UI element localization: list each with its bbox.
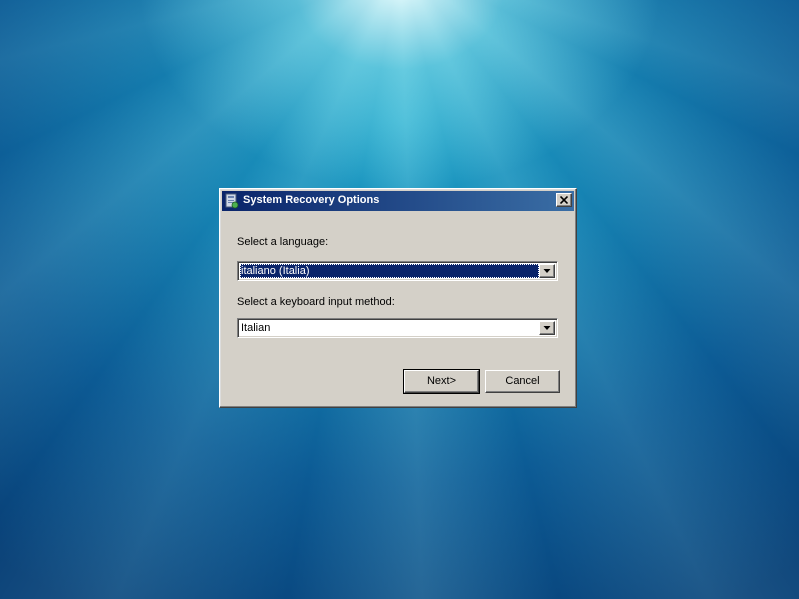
close-icon (560, 196, 568, 204)
system-recovery-dialog: System Recovery Options Select a languag… (219, 188, 577, 408)
window-title: System Recovery Options (243, 194, 380, 206)
keyboard-select-dropdown-button[interactable] (539, 321, 555, 335)
keyboard-label: Select a keyboard input method: (237, 296, 395, 308)
language-label: Select a language: (237, 236, 329, 248)
title-bar[interactable]: System Recovery Options (222, 191, 574, 211)
cancel-button[interactable]: Cancel (485, 370, 560, 393)
keyboard-select-value: Italian (241, 322, 271, 334)
recovery-app-icon (225, 193, 239, 209)
close-button[interactable] (556, 193, 572, 207)
keyboard-select[interactable]: Italian (237, 318, 558, 338)
next-button[interactable]: Next> (403, 369, 480, 394)
language-select-dropdown-button[interactable] (539, 264, 555, 278)
chevron-down-icon (543, 326, 551, 330)
language-select-value: italiano (Italia) (240, 264, 539, 278)
language-select[interactable]: italiano (Italia) (237, 261, 558, 281)
chevron-down-icon (543, 269, 551, 273)
